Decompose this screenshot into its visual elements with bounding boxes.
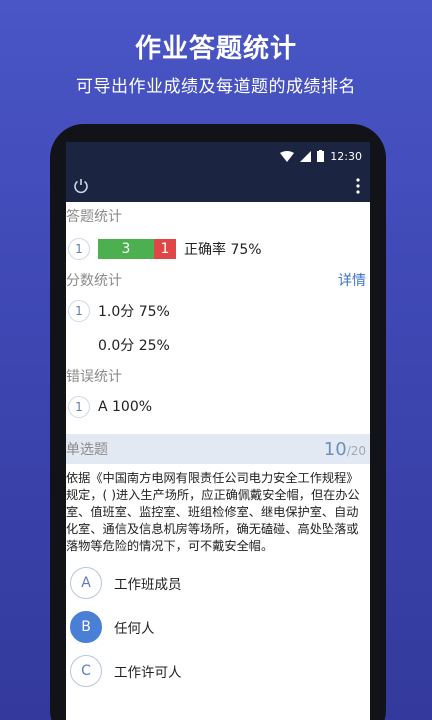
correct-rate: 正确率 75%: [184, 242, 262, 258]
option-a[interactable]: A 工作班成员: [70, 561, 370, 605]
question-current: 10: [323, 439, 347, 460]
option-b[interactable]: B 任何人: [70, 605, 370, 649]
question-header: 单选题 10/20: [66, 434, 370, 464]
score-row: 0.0分 25%: [66, 328, 370, 362]
answer-stats-label: 答题统计: [66, 209, 122, 225]
wifi-icon: [280, 150, 295, 162]
correct-count-bar: 3: [98, 239, 154, 259]
question-type: 单选题: [66, 442, 108, 458]
error-text: A 100%: [98, 399, 153, 415]
question-text: 依据《中国南方电网有限责任公司电力安全工作规程》规定，( )进入生产场所，应正确…: [66, 471, 360, 553]
score-text: 1.0分 75%: [98, 304, 170, 320]
option-c[interactable]: C 工作许可人: [70, 649, 370, 693]
question-counter: 10/20: [324, 439, 366, 460]
option-label: 任何人: [114, 621, 155, 637]
phone-screen: 12:30 答题统计 1 3 1 正确率 75% 分数统计 详情 1 1.0分 …: [66, 142, 370, 720]
question-total: /20: [346, 444, 366, 458]
score-row: 1 1.0分 75%: [66, 294, 370, 328]
error-stats-label: 错误统计: [66, 369, 122, 385]
row-index: 1: [68, 396, 90, 418]
score-text: 0.0分 25%: [98, 338, 170, 354]
score-stats-label: 分数统计: [66, 273, 122, 289]
status-time: 12:30: [330, 149, 362, 163]
row-index: 1: [68, 300, 90, 322]
promo-title: 作业答题统计: [134, 34, 297, 64]
app-bar: [66, 170, 370, 202]
option-letter: B: [70, 611, 102, 643]
detail-link[interactable]: 详情: [338, 270, 366, 290]
option-letter: A: [70, 567, 102, 599]
signal-icon: [300, 150, 312, 162]
more-vert-icon[interactable]: [356, 177, 360, 195]
option-letter: C: [70, 655, 102, 687]
wrong-count-bar: 1: [154, 239, 176, 259]
status-bar: 12:30: [66, 142, 370, 170]
answer-stats-row: 1 3 1 正确率 75%: [66, 232, 370, 266]
option-label: 工作班成员: [114, 577, 182, 593]
power-icon[interactable]: [72, 177, 90, 195]
promo-subtitle: 可导出作业成绩及每道题的成绩排名: [76, 77, 356, 97]
row-index: 1: [68, 238, 90, 260]
error-row: 1 A 100%: [66, 390, 370, 424]
option-label: 工作许可人: [114, 665, 182, 681]
battery-icon: [317, 150, 325, 162]
